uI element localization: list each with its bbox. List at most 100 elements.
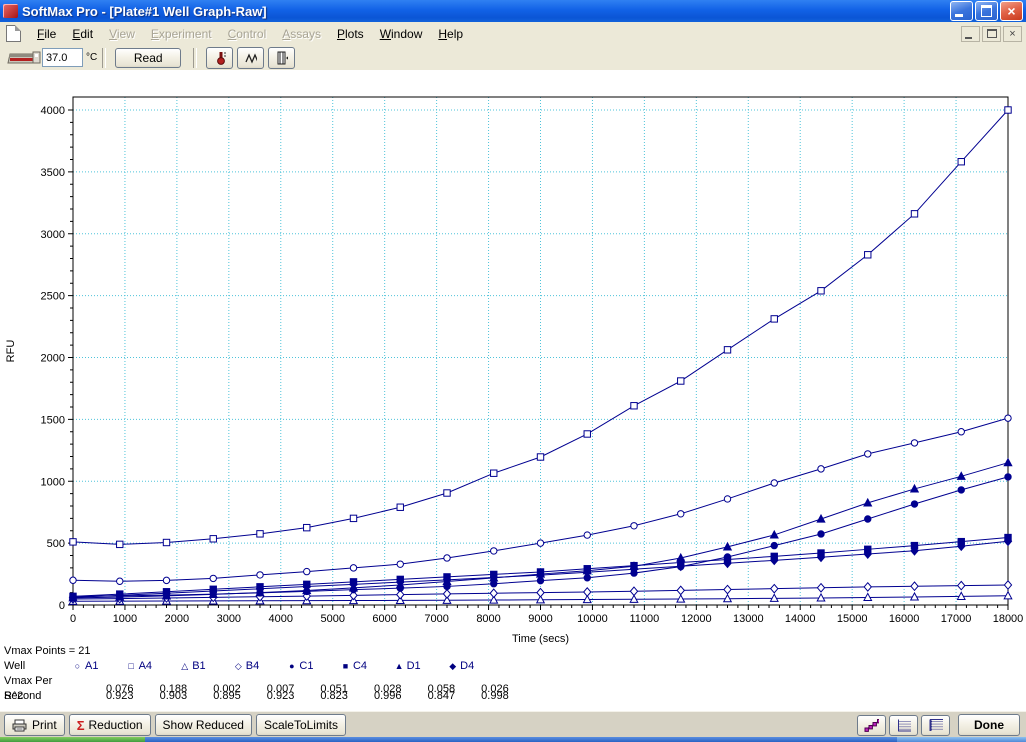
show-reduced-button[interactable]: Show Reduced — [155, 714, 252, 736]
mdi-close-icon: × — [1009, 28, 1015, 40]
plate-grid-framed-icon — [928, 718, 943, 732]
well-graph-icon — [864, 718, 879, 732]
B1-marker-glyph: △ — [177, 659, 192, 674]
svg-text:13000: 13000 — [733, 613, 764, 625]
svg-text:2500: 2500 — [41, 291, 65, 303]
r2-value-B4: 0.923 — [231, 689, 285, 704]
svg-text:5000: 5000 — [320, 613, 344, 625]
restore-button[interactable] — [975, 1, 998, 21]
well-cell-B1: △B1 — [177, 659, 231, 674]
well-cell-B4: ◇B4 — [231, 659, 285, 674]
mdi-minimize-icon — [965, 37, 972, 39]
svg-text:6000: 6000 — [372, 613, 396, 625]
menu-item-edit[interactable]: Edit — [64, 24, 101, 44]
D1-marker-glyph: ▲ — [392, 659, 407, 674]
D4-marker-glyph: ◆ — [445, 659, 460, 674]
r2-value-C1: 0.823 — [284, 689, 338, 704]
reduction-button[interactable]: Σ Reduction — [69, 714, 151, 736]
mdi-restore-icon — [987, 29, 997, 38]
r2-row-label: R^2 — [4, 689, 70, 704]
svg-text:1500: 1500 — [41, 414, 65, 426]
restore-icon — [981, 5, 992, 17]
sigma-icon: Σ — [77, 718, 85, 733]
plot-frame — [73, 97, 1008, 605]
A4-marker-glyph: □ — [124, 659, 139, 674]
svg-text:8000: 8000 — [476, 613, 500, 625]
svg-text:1000: 1000 — [113, 613, 137, 625]
well-cell-D1: ▲D1 — [392, 659, 446, 674]
svg-text:12000: 12000 — [681, 613, 712, 625]
well-row-label: Well — [4, 659, 70, 674]
waveform-icon — [244, 51, 257, 65]
window-title: SoftMax Pro - [Plate#1 Well Graph-Raw] — [22, 4, 267, 19]
r2-value-A1: 0.923 — [70, 689, 124, 704]
well-cell-A1: ○A1 — [70, 659, 124, 674]
start-button-strip[interactable] — [0, 737, 145, 742]
taskbar-strip — [0, 737, 1026, 742]
taskbar-tray-strip — [897, 737, 1026, 742]
svg-text:16000: 16000 — [889, 613, 920, 625]
menu-item-plots[interactable]: Plots — [329, 24, 372, 44]
menu-item-help[interactable]: Help — [430, 24, 471, 44]
plate-grid-view-button[interactable] — [889, 715, 918, 736]
svg-text:9000: 9000 — [528, 613, 552, 625]
bottom-toolbar: Print Σ Reduction Show Reduced ScaleToLi… — [0, 711, 1026, 738]
print-button[interactable]: Print — [4, 714, 65, 736]
temperature-input[interactable] — [42, 48, 83, 67]
well-row: Well○A1□A4△B1◇B4●C1■C4▲D1◆D4 — [4, 659, 604, 674]
svg-text:15000: 15000 — [837, 613, 868, 625]
temperature-control-button[interactable] — [206, 47, 233, 69]
close-icon: × — [1007, 4, 1015, 18]
toolbar-separator — [102, 48, 106, 68]
close-button[interactable]: × — [1000, 1, 1023, 21]
minimize-button[interactable] — [950, 1, 973, 21]
well-graph-view-button[interactable] — [857, 715, 886, 736]
menu-items: FileEditViewExperimentControlAssaysPlots… — [29, 24, 471, 44]
C1-marker-glyph: ● — [284, 659, 299, 674]
A1-marker-glyph: ○ — [70, 659, 85, 674]
well-cell-A4: □A4 — [124, 659, 178, 674]
x-axis-tick-labels: 0100020003000400050006000700080009000100… — [70, 613, 1023, 625]
svg-text:1000: 1000 — [41, 476, 65, 488]
menu-item-window[interactable]: Window — [372, 24, 431, 44]
well-cell-C1: ●C1 — [284, 659, 338, 674]
well-cell-D4: ◆D4 — [445, 659, 499, 674]
scale-to-limits-button[interactable]: ScaleToLimits — [256, 714, 346, 736]
vmax-per-second-row: Vmax Per Second0.0760.1880.0020.0070.051… — [4, 674, 604, 689]
r-squared-row: R^20.9230.9030.8950.9230.8230.9960.8470.… — [4, 689, 604, 704]
toolbar-separator — [193, 48, 197, 68]
well-cell-C4: ■C4 — [338, 659, 392, 674]
read-button[interactable]: Read — [115, 48, 181, 68]
axis-ticks — [68, 110, 1008, 610]
mdi-close-button[interactable]: × — [1003, 26, 1022, 42]
gridlines — [73, 97, 1008, 605]
menu-item-assays: Assays — [274, 24, 329, 44]
svg-text:7000: 7000 — [424, 613, 448, 625]
svg-text:11000: 11000 — [629, 613, 659, 625]
mdi-minimize-button[interactable] — [961, 26, 980, 42]
svg-text:500: 500 — [47, 538, 65, 550]
document-icon[interactable] — [6, 25, 21, 42]
plate-reader-icon — [6, 49, 42, 67]
plate-grid-framed-view-button[interactable] — [921, 715, 950, 736]
svg-text:10000: 10000 — [577, 613, 608, 625]
statistics-panel: Vmax Points = 21 Well○A1□A4△B1◇B4●C1■C4▲… — [4, 644, 604, 704]
svg-text:2000: 2000 — [165, 613, 189, 625]
r2-value-D4: 0.998 — [445, 689, 499, 704]
app-icon — [3, 4, 18, 18]
svg-text:18000: 18000 — [993, 613, 1024, 625]
B4-marker-glyph: ◇ — [231, 659, 246, 674]
printer-icon — [12, 719, 28, 732]
menu-item-file[interactable]: File — [29, 24, 64, 44]
softmax-pro-window: SoftMax Pro - [Plate#1 Well Graph-Raw] ×… — [0, 0, 1026, 742]
kinetic-read-button[interactable] — [237, 47, 264, 69]
C4-marker-glyph: ■ — [338, 659, 353, 674]
r2-value-C4: 0.996 — [338, 689, 392, 704]
drawer-button[interactable] — [268, 47, 295, 69]
menu-item-view: View — [101, 24, 143, 44]
vmax-points-label: Vmax Points = 21 — [4, 644, 604, 659]
svg-text:3000: 3000 — [217, 613, 241, 625]
menu-item-experiment: Experiment — [143, 24, 220, 44]
done-button[interactable]: Done — [958, 714, 1020, 736]
mdi-restore-button[interactable] — [982, 26, 1001, 42]
